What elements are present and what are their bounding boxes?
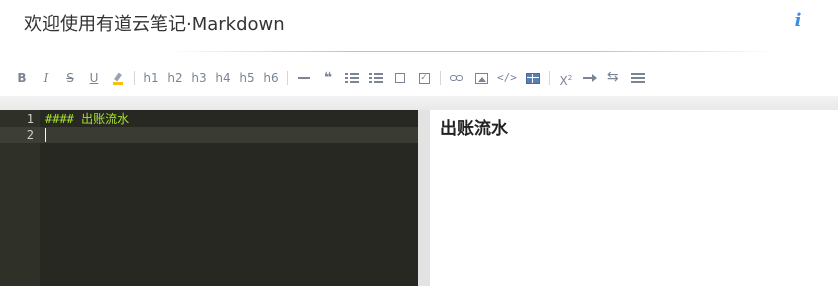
- heading-4-button[interactable]: h4: [213, 66, 233, 90]
- block-group: ❝ ✓: [294, 66, 438, 90]
- document-title[interactable]: 欢迎使用有道云笔记·Markdown: [24, 10, 285, 36]
- hr-icon: [297, 72, 311, 84]
- info-icon[interactable]: i: [790, 10, 806, 32]
- lines-icon: [630, 72, 645, 84]
- horizontal-rule-button[interactable]: [294, 66, 314, 90]
- heading-1-button[interactable]: h1: [141, 66, 161, 90]
- quote-icon: ❝: [323, 70, 333, 86]
- unordered-list-button[interactable]: [342, 66, 362, 90]
- heading-3-button[interactable]: h3: [189, 66, 209, 90]
- list-ol-icon: [369, 72, 383, 84]
- superscript-base: X: [559, 74, 568, 88]
- list-ul-icon: [345, 72, 359, 84]
- superscript-button[interactable]: X2: [556, 66, 576, 90]
- italic-button[interactable]: I: [36, 66, 56, 90]
- toolbar-shadow: [0, 96, 838, 110]
- misc-group: X2: [556, 66, 652, 90]
- link-icon: [450, 72, 464, 84]
- arrow-button[interactable]: [580, 66, 600, 90]
- arrow-right-icon: [582, 72, 597, 84]
- ordered-list-button[interactable]: [366, 66, 386, 90]
- toolbar-divider: [440, 71, 441, 85]
- highlighter-icon: [113, 73, 123, 85]
- highlight-button[interactable]: [108, 66, 128, 90]
- line-number: 1: [26, 112, 34, 126]
- preview-pane: 出账流水: [430, 110, 838, 286]
- image-icon: [474, 72, 488, 84]
- heading-2-button[interactable]: h2: [165, 66, 185, 90]
- editor-line[interactable]: #### 出账流水: [45, 111, 129, 127]
- link-button[interactable]: [447, 66, 467, 90]
- bold-button[interactable]: B: [12, 66, 32, 90]
- swap-icon: [607, 69, 621, 85]
- code-button[interactable]: </>: [495, 66, 519, 90]
- line-number: 2: [26, 128, 34, 142]
- image-button[interactable]: [471, 66, 491, 90]
- table-button[interactable]: [523, 66, 543, 90]
- code-icon: </>: [497, 71, 517, 84]
- pane-splitter[interactable]: [418, 110, 430, 286]
- formatting-toolbar: B I S U h1 h2 h3 h4 h5 h6 ❝ ✓ </> X2: [0, 60, 838, 96]
- toolbar-divider: [134, 71, 135, 85]
- strikethrough-button[interactable]: S: [60, 66, 80, 90]
- swap-button[interactable]: [604, 66, 624, 90]
- heading-6-button[interactable]: h6: [261, 66, 281, 90]
- insert-group: </>: [447, 66, 547, 90]
- underline-button[interactable]: U: [84, 66, 104, 90]
- heading-5-button[interactable]: h5: [237, 66, 257, 90]
- toolbar-divider: [287, 71, 288, 85]
- heading-group: h1 h2 h3 h4 h5 h6: [141, 66, 285, 90]
- checked-checkbox-button[interactable]: ✓: [414, 66, 434, 90]
- checkbox-icon: [395, 73, 405, 83]
- checkbox-button[interactable]: [390, 66, 410, 90]
- lines-button[interactable]: [628, 66, 648, 90]
- format-group: B I S U: [12, 66, 132, 90]
- checkbox-checked-icon: ✓: [418, 72, 430, 84]
- active-line-highlight: [40, 127, 418, 143]
- quote-button[interactable]: ❝: [318, 66, 338, 90]
- text-cursor: [45, 128, 46, 142]
- title-divider: [168, 51, 776, 52]
- preview-heading: 出账流水: [440, 119, 508, 139]
- table-icon: [525, 72, 540, 84]
- superscript-exponent: 2: [567, 74, 573, 82]
- superscript-icon: X2: [560, 72, 573, 87]
- markdown-editor[interactable]: 1 2 #### 出账流水: [0, 110, 418, 286]
- toolbar-divider: [548, 71, 550, 85]
- title-bar: 欢迎使用有道云笔记·Markdown i: [0, 0, 838, 52]
